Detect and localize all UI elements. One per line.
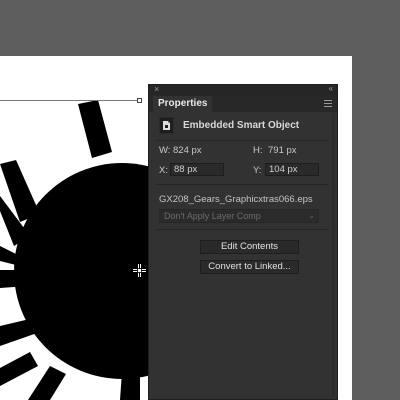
transform-bounding-line	[0, 100, 139, 101]
height-label: H:	[253, 145, 263, 156]
height-value[interactable]: 791 px	[268, 145, 297, 156]
edit-contents-button[interactable]: Edit Contents	[200, 240, 299, 254]
gear-tooth	[120, 372, 140, 400]
gear-tooth	[78, 100, 112, 158]
chevron-down-icon: ⌄	[308, 211, 315, 220]
gear-tooth	[0, 318, 40, 346]
panel-topbar: × ‹‹	[149, 84, 337, 95]
width-value[interactable]: 824 px	[173, 145, 202, 156]
panel-menu-icon[interactable]	[324, 100, 332, 107]
panel-scrollbar[interactable]	[332, 113, 335, 397]
layer-comp-value: Don't Apply Layer Comp	[164, 211, 261, 221]
x-input[interactable]: 88 px	[170, 163, 224, 176]
gear-tooth	[28, 366, 66, 400]
width-label: W:	[159, 145, 171, 156]
divider	[157, 229, 329, 230]
smart-object-header: Embedded Smart Object	[159, 117, 329, 135]
smart-object-icon	[159, 117, 174, 134]
transform-handle[interactable]	[137, 98, 142, 103]
linked-filename: GX208_Gears_Graphicxtras066.eps	[159, 194, 313, 205]
properties-panel: × ‹‹ Properties Embedded Smart Object W:…	[148, 84, 338, 400]
y-label: Y:	[253, 165, 262, 176]
tab-properties[interactable]: Properties	[153, 96, 213, 112]
close-icon[interactable]: ×	[154, 84, 159, 94]
panel-tabbar: Properties	[149, 95, 337, 112]
divider	[157, 140, 329, 141]
convert-to-linked-button[interactable]: Convert to Linked...	[200, 260, 299, 274]
x-label: X:	[159, 165, 168, 176]
layer-comp-select[interactable]: Don't Apply Layer Comp ⌄	[159, 209, 319, 223]
divider	[157, 184, 329, 185]
move-cursor-icon	[133, 264, 146, 277]
y-input[interactable]: 104 px	[265, 163, 319, 176]
gear-tooth	[0, 352, 38, 386]
gear-tooth	[0, 270, 28, 288]
collapse-icon[interactable]: ‹‹	[329, 84, 333, 94]
object-type-label: Embedded Smart Object	[183, 120, 300, 131]
